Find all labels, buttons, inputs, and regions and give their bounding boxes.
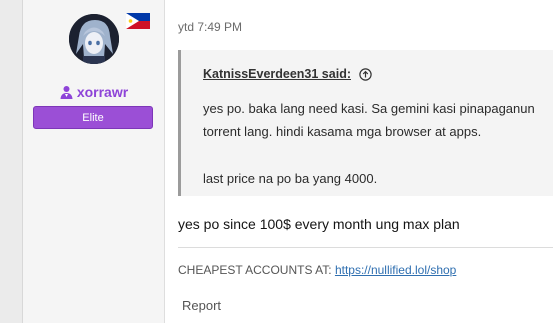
quote-author-link[interactable]: KatnissEverdeen31 said: bbox=[203, 67, 372, 81]
signature-prefix: CHEAPEST ACCOUNTS AT: bbox=[178, 263, 332, 277]
quote-line: yes po. baka lang need kasi. Sa gemini k… bbox=[203, 101, 535, 116]
quote-line: torrent lang. hindi kasama mga browser a… bbox=[203, 124, 482, 139]
flag-icon bbox=[126, 13, 150, 29]
arrow-up-circle-icon[interactable] bbox=[359, 67, 372, 81]
reply-text: yes po since 100$ every month ung max pl… bbox=[178, 216, 460, 232]
username[interactable]: xorrawr bbox=[77, 84, 128, 100]
signature-link[interactable]: https://nullified.lol/shop bbox=[335, 263, 456, 277]
username-row: xorrawr bbox=[23, 84, 165, 100]
quote-author: KatnissEverdeen31 said: bbox=[203, 67, 351, 81]
signature-divider bbox=[178, 247, 553, 248]
user-badge-icon bbox=[60, 85, 73, 99]
post-message: ytd 7:49 PM KatnissEverdeen31 said: yes … bbox=[166, 0, 553, 323]
quote-block: KatnissEverdeen31 said: yes po. baka lan… bbox=[178, 50, 553, 196]
post-author-panel: xorrawr Elite bbox=[23, 0, 165, 323]
rank-badge: Elite bbox=[33, 106, 153, 129]
signature: CHEAPEST ACCOUNTS AT: https://nullified.… bbox=[178, 263, 456, 277]
post-timestamp[interactable]: ytd 7:49 PM bbox=[178, 20, 242, 34]
avatar[interactable] bbox=[69, 14, 119, 64]
quote-line: last price na po ba yang 4000. bbox=[203, 171, 378, 186]
report-button[interactable]: Report bbox=[182, 298, 221, 313]
forum-post: xorrawr Elite ytd 7:49 PM KatnissEverdee… bbox=[22, 0, 553, 323]
